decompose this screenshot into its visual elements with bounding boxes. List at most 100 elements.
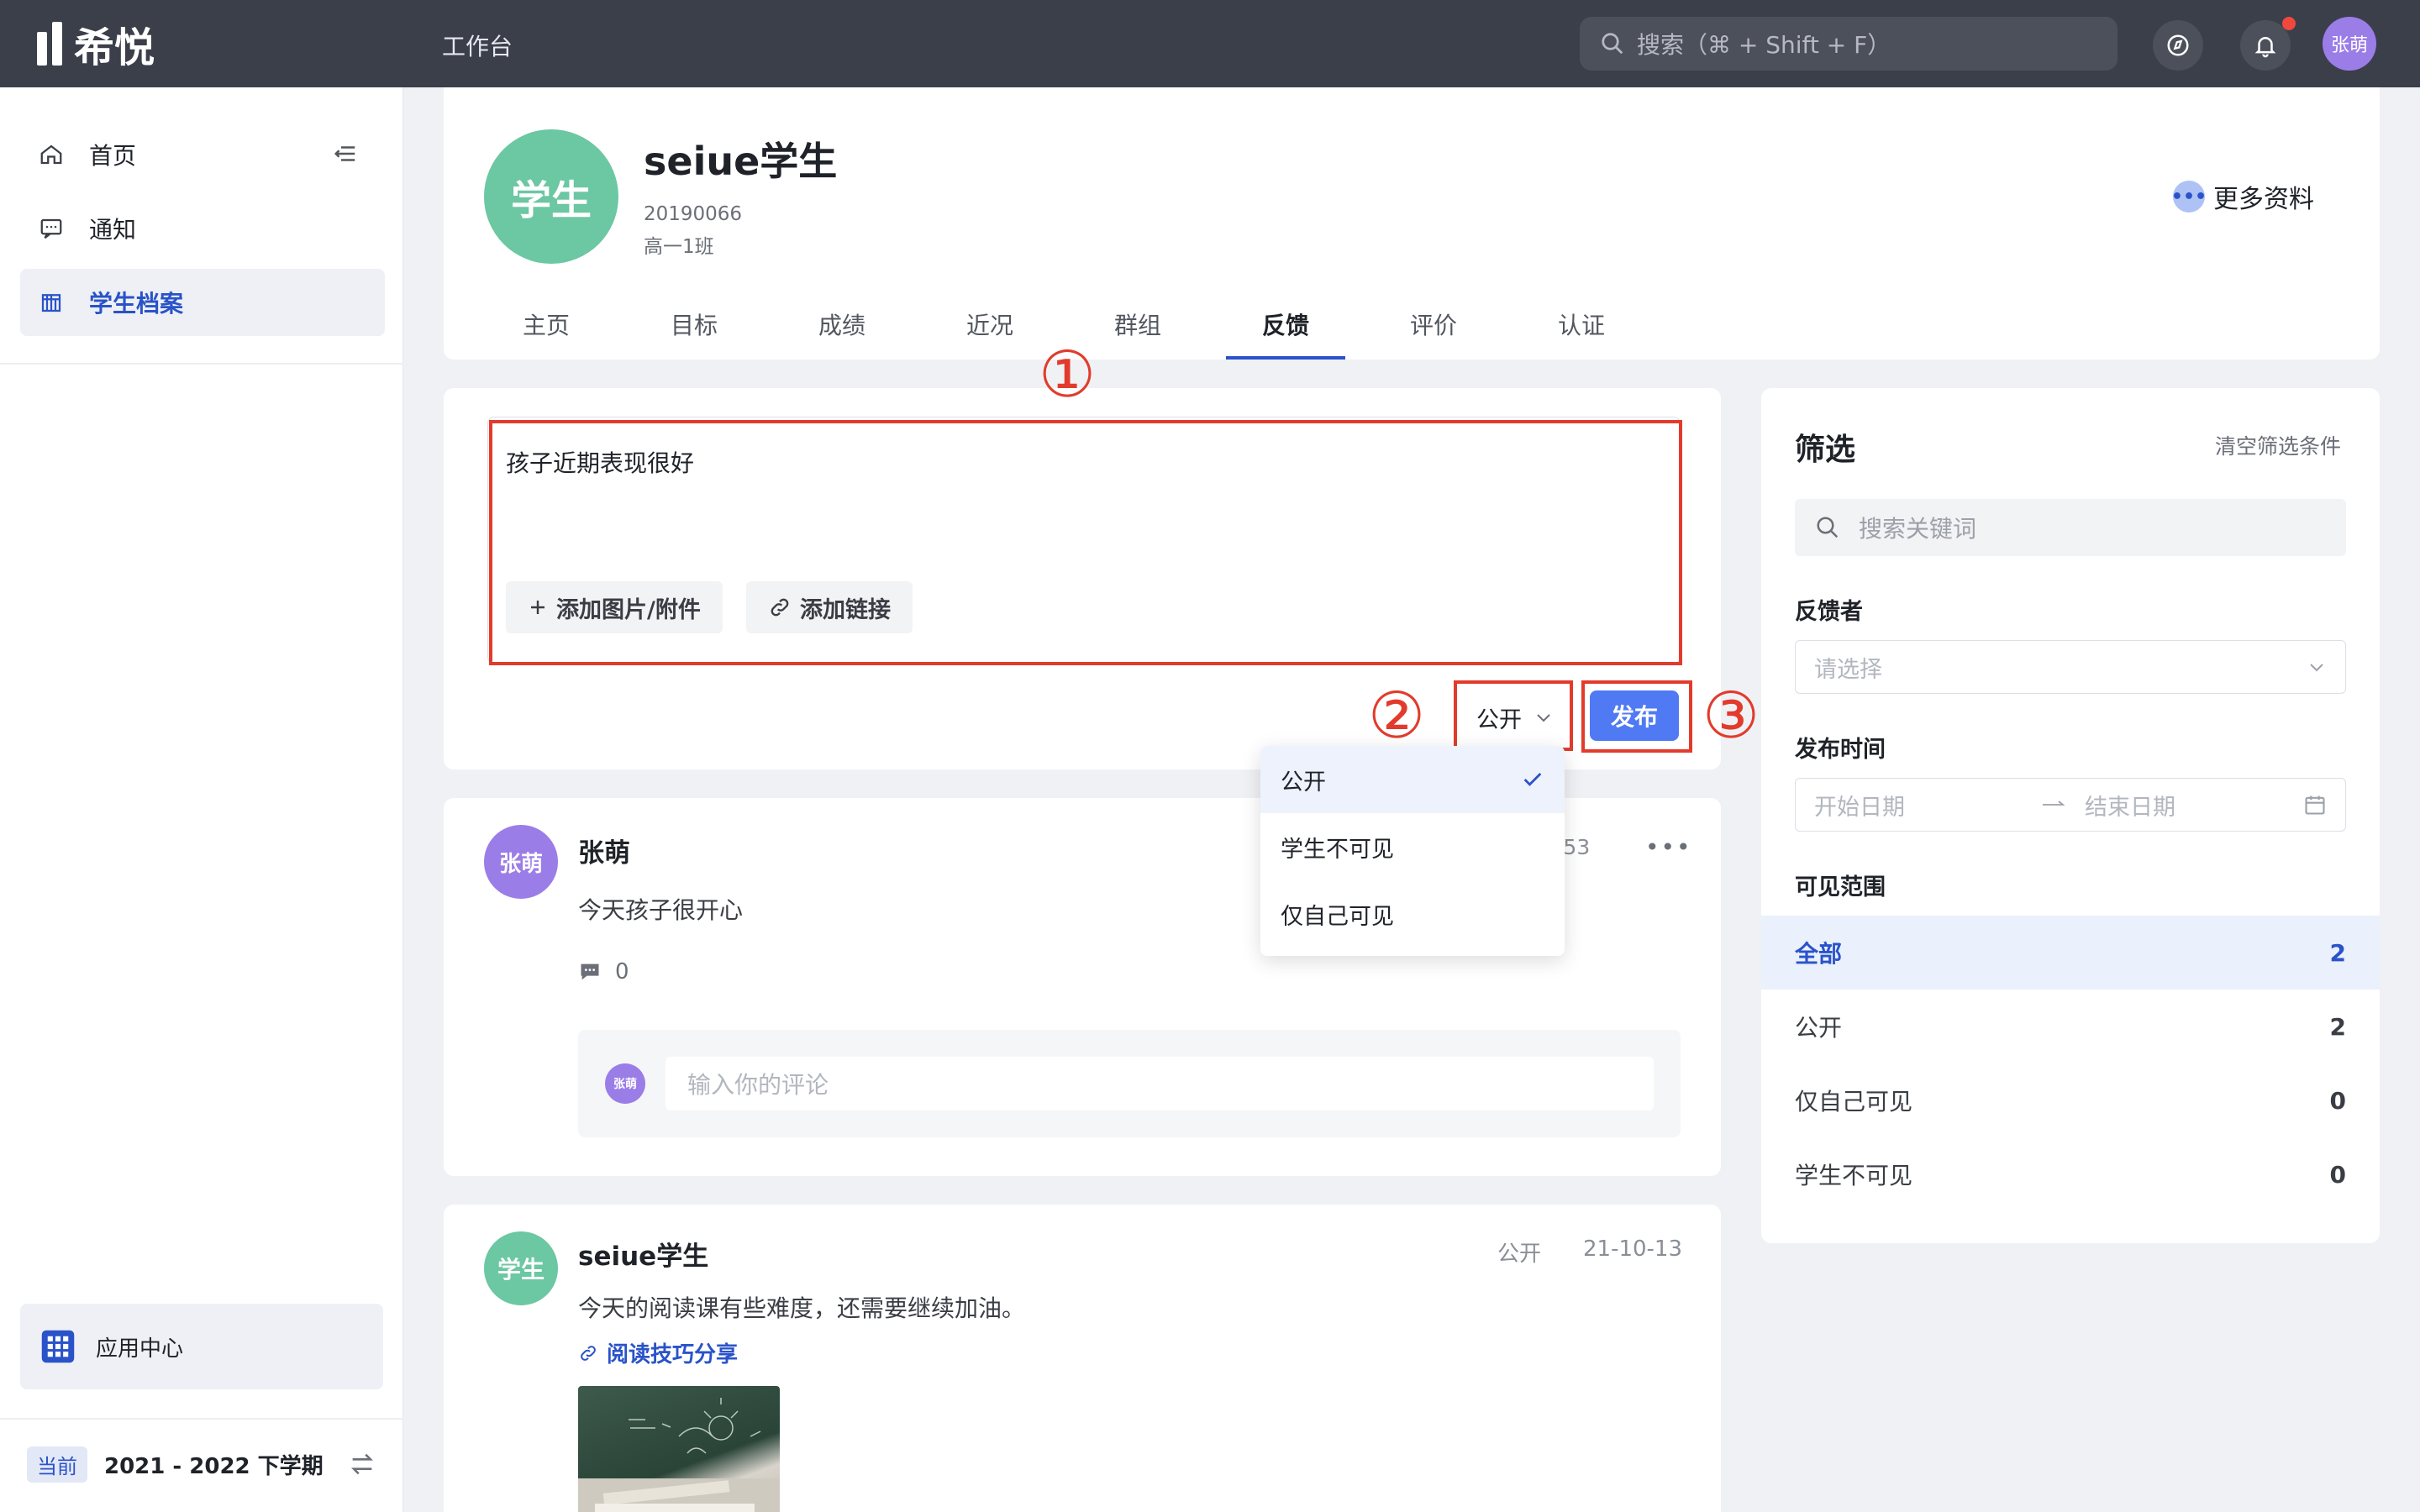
sidebar-item-label: 学生档案 — [89, 290, 184, 318]
app-center-label: 应用中心 — [96, 1336, 184, 1362]
date-range-picker[interactable]: 开始日期 结束日期 — [1795, 778, 2346, 832]
tab-groups[interactable]: 群组 — [1079, 307, 1197, 341]
term-label: 2021 - 2022 下学期 — [104, 1454, 324, 1479]
commenter-avatar: 张萌 — [605, 1063, 645, 1104]
link-icon — [771, 598, 789, 617]
clear-filters-button[interactable]: 清空筛选条件 — [2215, 430, 2341, 460]
grid-icon — [41, 1330, 75, 1363]
post-content: 今天的阅读课有些难度，还需要继续加油。 — [578, 1294, 1026, 1322]
sidebar-item-notifications[interactable]: 通知 — [20, 195, 385, 262]
author-name: 张萌 — [578, 838, 630, 869]
tab-goals[interactable]: 目标 — [635, 307, 753, 341]
tab-home[interactable]: 主页 — [487, 307, 605, 341]
scope-option-hidden-from-student[interactable]: 学生不可见 0 — [1761, 1137, 2380, 1211]
sidebar-item-student-archive[interactable]: 学生档案 — [20, 269, 385, 336]
attached-link[interactable]: 阅读技巧分享 — [578, 1337, 738, 1368]
visibility-dropdown: 公开 学生不可见 仅自己可见 — [1260, 746, 1565, 956]
collapse-sidebar-button[interactable] — [333, 141, 358, 172]
scope-label: 学生不可见 — [1795, 1162, 1913, 1189]
annotation-marker-1: ① — [1039, 337, 1097, 412]
visibility-option-hidden-from-student[interactable]: 学生不可见 — [1260, 813, 1565, 880]
sidebar-item-label: 通知 — [89, 216, 137, 244]
attached-image[interactable] — [578, 1386, 780, 1512]
collapse-icon — [334, 146, 355, 161]
add-link-button[interactable]: 添加链接 — [746, 581, 913, 633]
author-avatar: 张萌 — [484, 825, 558, 899]
archive-icon — [41, 294, 61, 312]
filter-search-input[interactable]: 搜索关键词 — [1795, 499, 2346, 556]
feedback-text: 孩子近期表现很好 — [506, 449, 695, 477]
reviewer-select[interactable]: 请选择 — [1795, 640, 2346, 694]
visibility-scope-label: 可见范围 — [1795, 874, 1886, 900]
add-attachment-button[interactable]: 添加图片/附件 — [506, 581, 723, 633]
compass-button[interactable] — [2153, 20, 2203, 71]
message-icon — [40, 218, 62, 239]
calendar-icon — [2305, 795, 2325, 815]
tab-grades[interactable]: 成绩 — [783, 307, 901, 341]
reviewer-placeholder: 请选择 — [1814, 656, 1882, 683]
scope-option-all[interactable]: 全部 2 — [1761, 916, 2380, 990]
search-placeholder: 搜索（⌘ + Shift + F） — [1637, 31, 1891, 59]
author-name: seiue学生 — [578, 1242, 709, 1272]
app-logo[interactable]: 希悦 — [37, 18, 155, 71]
add-link-label: 添加链接 — [800, 596, 891, 623]
app-name: 希悦 — [74, 24, 155, 71]
comment-input[interactable]: 输入你的评论 — [666, 1057, 1654, 1110]
sidebar-divider — [0, 1418, 403, 1420]
more-info-button[interactable]: ••• 更多资料 — [2171, 178, 2314, 215]
notification-dot — [2282, 17, 2296, 30]
arrow-right-icon — [2043, 801, 2065, 806]
plus-icon — [531, 601, 544, 614]
start-date-placeholder: 开始日期 — [1814, 794, 1905, 821]
scope-count: 2 — [2329, 1012, 2346, 1041]
user-avatar[interactable]: 张萌 — [2323, 17, 2376, 71]
term-badge: 当前 — [27, 1446, 87, 1483]
option-label: 公开 — [1281, 769, 1326, 795]
visibility-option-public[interactable]: 公开 — [1260, 746, 1565, 813]
scope-label: 公开 — [1795, 1014, 1843, 1042]
annotation-box-3 — [1581, 680, 1692, 753]
logo-mark-icon — [37, 22, 62, 66]
publish-time-label: 发布时间 — [1795, 737, 1886, 763]
scope-count: 0 — [2329, 1086, 2346, 1115]
post-visibility: 公开 — [1497, 1242, 1542, 1267]
app-center-button[interactable]: 应用中心 — [20, 1304, 383, 1389]
workbench-link[interactable]: 工作台 — [442, 29, 513, 62]
scope-label: 全部 — [1795, 940, 1843, 968]
post-date: 21-10-13 — [1583, 1236, 1683, 1262]
chalkboard-image — [578, 1398, 780, 1512]
term-indicator: 当前 2021 - 2022 下学期 — [27, 1446, 324, 1483]
option-label: 学生不可见 — [1281, 836, 1394, 863]
annotation-marker-3: ③ — [1702, 678, 1760, 753]
scope-option-public[interactable]: 公开 2 — [1761, 990, 2380, 1063]
active-tab-indicator — [1226, 356, 1345, 360]
more-info-label: 更多资料 — [2213, 185, 2314, 214]
visibility-option-only-me[interactable]: 仅自己可见 — [1260, 880, 1565, 948]
global-search-input[interactable]: 搜索（⌘ + Shift + F） — [1580, 17, 2118, 71]
student-avatar: 学生 — [484, 129, 618, 264]
tab-feedback[interactable]: 反馈 — [1227, 307, 1344, 341]
comment-count-value: 0 — [615, 959, 629, 984]
tab-evaluation[interactable]: 评价 — [1375, 307, 1492, 341]
scope-count: 2 — [2329, 938, 2346, 967]
student-id: 20190066 — [644, 203, 743, 225]
tab-certification[interactable]: 认证 — [1523, 307, 1640, 341]
comment-icon — [581, 963, 599, 980]
switch-term-button[interactable] — [348, 1450, 376, 1484]
comment-count[interactable]: 0 — [578, 959, 629, 984]
student-name: seiue学生 — [644, 139, 838, 184]
filter-title: 筛选 — [1795, 433, 1856, 467]
home-icon — [40, 144, 62, 165]
search-icon — [1817, 517, 1839, 538]
tab-recent[interactable]: 近况 — [931, 307, 1049, 341]
bell-icon — [2254, 37, 2276, 58]
annotation-box-2 — [1454, 680, 1573, 751]
reviewer-label: 反馈者 — [1795, 599, 1863, 625]
scope-option-only-me[interactable]: 仅自己可见 0 — [1761, 1063, 2380, 1137]
sidebar-item-home[interactable]: 首页 — [20, 121, 385, 188]
end-date-placeholder: 结束日期 — [2085, 794, 2175, 821]
link-icon — [581, 1345, 596, 1361]
more-options-icon[interactable]: ••• — [1645, 833, 1692, 861]
compass-icon — [2167, 34, 2189, 56]
filter-search-placeholder: 搜索关键词 — [1859, 515, 1977, 543]
